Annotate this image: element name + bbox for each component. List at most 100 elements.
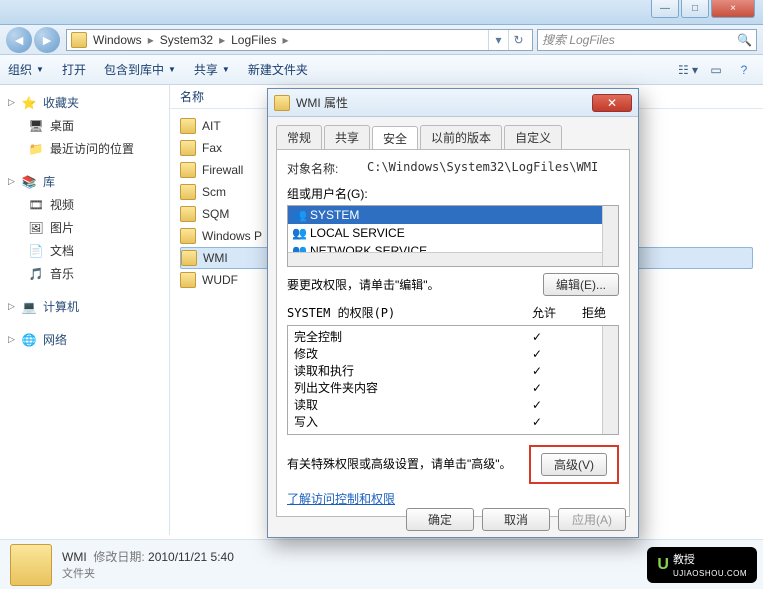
folder-icon (180, 228, 196, 244)
perm-row: 读取和执行✓ (294, 362, 612, 379)
sidebar: ▷⭐收藏夹 🖥桌面 📁最近访问的位置 ▷📚库 🎞视频 🖼图片 📄文档 🎵音乐 ▷… (0, 85, 170, 535)
advanced-highlight: 高级(V) (529, 445, 619, 484)
crumb-system32[interactable]: System32 (160, 33, 213, 47)
scrollbar-vertical[interactable] (602, 326, 618, 434)
view-menu-icon[interactable]: ☷ ▾ (677, 61, 699, 79)
group-icon: 👥 (292, 227, 306, 239)
permissions-table[interactable]: 完全控制✓ 修改✓ 读取和执行✓ 列出文件夹内容✓ 读取✓ 写入✓ (287, 325, 619, 435)
window-titlebar: — □ × (0, 0, 763, 25)
tab-security[interactable]: 安全 (372, 126, 418, 150)
document-icon: 📄 (28, 243, 44, 259)
edit-button[interactable]: 编辑(E)... (543, 273, 619, 296)
search-input[interactable]: 搜索 LogFiles 🔍 (537, 29, 757, 51)
watermark: U 教授UJIAOSHOU.COM (647, 547, 757, 583)
deny-header: 拒绝 (569, 304, 619, 321)
folder-icon (180, 272, 196, 288)
edit-hint: 要更改权限，请单击"编辑"。 (287, 276, 543, 293)
object-name-label: 对象名称: (287, 160, 367, 177)
folder-icon (274, 95, 290, 111)
object-name-value: C:\Windows\System32\LogFiles\WMI (367, 160, 598, 177)
search-icon: 🔍 (737, 33, 752, 47)
history-dropdown-icon[interactable]: ▾ (488, 30, 508, 50)
sidebar-item-desktop[interactable]: 🖥桌面 (0, 114, 169, 137)
tab-strip: 常规 共享 安全 以前的版本 自定义 (276, 125, 630, 149)
folder-icon (180, 184, 196, 200)
address-bar[interactable]: Windows▸ System32▸ LogFiles▸ ▾ ↻ (66, 29, 533, 51)
folder-icon (180, 118, 196, 134)
music-icon: 🎵 (28, 266, 44, 282)
dialog-titlebar[interactable]: WMI 属性 ✕ (268, 89, 638, 117)
folder-icon (180, 140, 196, 156)
status-name: WMI (62, 550, 87, 564)
group-item-system[interactable]: 👥SYSTEM (288, 206, 618, 224)
scrollbar-vertical[interactable] (602, 206, 618, 266)
status-type: 文件夹 (62, 565, 234, 581)
sidebar-computer[interactable]: ▷💻计算机 (0, 295, 169, 318)
address-row: ◄ ► Windows▸ System32▸ LogFiles▸ ▾ ↻ 搜索 … (0, 25, 763, 55)
star-icon: ⭐ (21, 95, 37, 111)
sidebar-favorites[interactable]: ▷⭐收藏夹 (0, 91, 169, 114)
group-item-local[interactable]: 👥LOCAL SERVICE (288, 224, 618, 242)
tab-general[interactable]: 常规 (276, 125, 322, 149)
sidebar-item-videos[interactable]: 🎞视频 (0, 193, 169, 216)
minimize-button[interactable]: — (651, 0, 679, 18)
apply-button[interactable]: 应用(A) (558, 508, 626, 531)
sidebar-item-recent[interactable]: 📁最近访问的位置 (0, 137, 169, 160)
groups-listbox[interactable]: 👥SYSTEM 👥LOCAL SERVICE 👥NETWORK SERVICE (287, 205, 619, 267)
perm-header: SYSTEM 的权限(P) (287, 304, 519, 321)
perm-row: 读取✓ (294, 396, 612, 413)
col-name[interactable]: 名称 (180, 88, 204, 105)
toolbar: 组织▼ 打开 包含到库中▼ 共享▼ 新建文件夹 ☷ ▾ ▭ ? (0, 55, 763, 85)
ok-button[interactable]: 确定 (406, 508, 474, 531)
perm-row: 写入✓ (294, 413, 612, 430)
status-date-label: 修改日期: (93, 550, 144, 564)
close-button[interactable]: × (711, 0, 755, 18)
folder-icon (180, 206, 196, 222)
group-icon: 👥 (292, 209, 306, 221)
folder-icon (71, 32, 87, 48)
dialog-close-button[interactable]: ✕ (592, 94, 632, 112)
sidebar-item-pictures[interactable]: 🖼图片 (0, 216, 169, 239)
new-folder-button[interactable]: 新建文件夹 (248, 61, 308, 78)
library-icon: 📚 (21, 174, 37, 190)
dialog-buttons: 确定 取消 应用(A) (268, 508, 638, 531)
tab-previous[interactable]: 以前的版本 (420, 125, 502, 149)
perm-row: 列出文件夹内容✓ (294, 379, 612, 396)
sidebar-item-documents[interactable]: 📄文档 (0, 239, 169, 262)
tab-pane-security: 对象名称: C:\Windows\System32\LogFiles\WMI 组… (276, 149, 630, 517)
folder-large-icon (10, 544, 52, 586)
perm-row: 修改✓ (294, 345, 612, 362)
preview-pane-icon[interactable]: ▭ (705, 61, 727, 79)
allow-header: 允许 (519, 304, 569, 321)
breadcrumb[interactable]: Windows▸ System32▸ LogFiles▸ (93, 33, 295, 47)
scrollbar-horizontal[interactable] (288, 252, 602, 266)
learn-more-link[interactable]: 了解访问控制和权限 (287, 490, 395, 507)
sidebar-libraries[interactable]: ▷📚库 (0, 170, 169, 193)
tab-sharing[interactable]: 共享 (324, 125, 370, 149)
picture-icon: 🖼 (28, 220, 44, 236)
refresh-icon[interactable]: ↻ (508, 30, 528, 50)
crumb-windows[interactable]: Windows (93, 33, 142, 47)
folder-icon (181, 250, 197, 266)
dialog-title: WMI 属性 (296, 94, 348, 111)
back-button[interactable]: ◄ (6, 27, 32, 53)
desktop-icon: 🖥 (28, 118, 44, 134)
open-button[interactable]: 打开 (62, 61, 86, 78)
crumb-logfiles[interactable]: LogFiles (231, 33, 276, 47)
advanced-button[interactable]: 高级(V) (541, 453, 607, 476)
sidebar-item-music[interactable]: 🎵音乐 (0, 262, 169, 285)
properties-dialog: WMI 属性 ✕ 常规 共享 安全 以前的版本 自定义 对象名称: C:\Win… (267, 88, 639, 538)
status-date: 2010/11/21 5:40 (148, 550, 234, 564)
video-icon: 🎞 (28, 197, 44, 213)
tab-customize[interactable]: 自定义 (504, 125, 562, 149)
share-menu[interactable]: 共享▼ (194, 61, 230, 78)
organize-menu[interactable]: 组织▼ (8, 61, 44, 78)
maximize-button[interactable]: □ (681, 0, 709, 18)
sidebar-network[interactable]: ▷🌐网络 (0, 328, 169, 351)
help-icon[interactable]: ? (733, 61, 755, 79)
forward-button[interactable]: ► (34, 27, 60, 53)
include-menu[interactable]: 包含到库中▼ (104, 61, 176, 78)
groups-label: 组或用户名(G): (287, 185, 619, 202)
computer-icon: 💻 (21, 299, 37, 315)
cancel-button[interactable]: 取消 (482, 508, 550, 531)
